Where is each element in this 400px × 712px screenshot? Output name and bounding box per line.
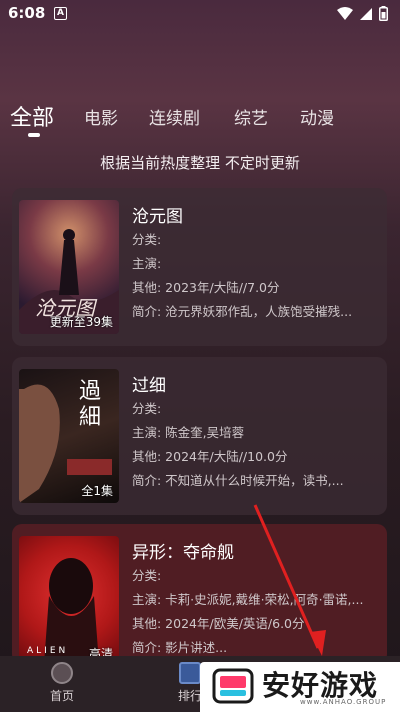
tab-series[interactable]: 连续剧 (149, 104, 200, 129)
tab-variety[interactable]: 综艺 (234, 104, 268, 129)
item-description: 简介: 不知道从什么时候开始，读书,... (132, 473, 344, 488)
item-cast: 主演: 陈金奎,吴培蓉 (132, 425, 245, 440)
nav-home-label: 首页 (50, 689, 75, 703)
home-icon (51, 662, 73, 684)
poster-title-text: 過細 (79, 379, 102, 430)
item-cast: 主演: 卡莉·史派妮,戴维·荣松,阿奇·雷诺,... (132, 592, 364, 607)
nav-ranking[interactable]: 排行 (178, 662, 202, 704)
item-description: 简介: 沧元界妖邪作乱，人族饱受摧残... (132, 304, 353, 319)
tab-all[interactable]: 全部 (10, 100, 54, 132)
episode-badge: 全1集 (81, 484, 113, 498)
signal-icon (360, 7, 372, 20)
episode-badge: 更新至39集 (49, 315, 113, 329)
poster-image[interactable]: 過細 全1集 (19, 369, 119, 503)
tab-anime[interactable]: 动漫 (300, 104, 334, 129)
item-title[interactable]: 过细 (132, 371, 382, 397)
watermark-logo: 安好游戏 www.ANHAO.GROUP (200, 662, 400, 712)
active-tab-indicator (28, 133, 40, 137)
watermark-subtext: www.ANHAO.GROUP (300, 698, 387, 706)
list-item[interactable]: 過細 全1集 过细 分类: 主演: 陈金奎,吴培蓉 其他: 2024年/大陆//… (12, 357, 387, 515)
item-title[interactable]: 异形：夺命舰 (132, 538, 382, 564)
ranking-subtitle: 根据当前热度整理 不定时更新 (100, 154, 300, 172)
list-item[interactable]: 沧元图 更新至39集 沧元图 分类: 主演: 其他: 2023年/大陆//7.0… (12, 188, 387, 346)
status-time: 6:08 (8, 4, 46, 22)
nav-home[interactable]: 首页 (50, 662, 74, 704)
notification-icon: A (54, 7, 67, 20)
item-cast: 主演: (132, 256, 162, 271)
item-category: 分类: (132, 232, 162, 247)
item-title[interactable]: 沧元图 (132, 202, 382, 228)
poster-image[interactable]: ALIEN 高清 (19, 536, 119, 664)
status-icons (337, 6, 388, 21)
poster-title-text: ALIEN (27, 646, 69, 656)
tab-movies[interactable]: 电影 (84, 104, 118, 129)
battery-icon (379, 6, 388, 21)
poster-image[interactable]: 沧元图 更新至39集 (19, 200, 119, 334)
item-category: 分类: (132, 401, 162, 416)
list-item[interactable]: ALIEN 高清 异形：夺命舰 分类: 主演: 卡莉·史派妮,戴维·荣松,阿奇·… (12, 524, 387, 664)
ranking-icon (179, 662, 201, 684)
item-other: 其他: 2023年/大陆//7.0分 (132, 280, 280, 295)
watermark-icon (212, 668, 254, 704)
wifi-icon (337, 6, 353, 20)
nav-ranking-label: 排行 (178, 689, 203, 703)
status-bar: 6:08 A (0, 0, 400, 28)
item-other: 其他: 2024年/欧美/英语/6.0分 (132, 616, 305, 631)
item-other: 其他: 2024年/大陆//10.0分 (132, 449, 288, 464)
category-tabs: 全部 电影 连续剧 综艺 动漫 (10, 100, 390, 140)
item-category: 分类: (132, 568, 162, 583)
